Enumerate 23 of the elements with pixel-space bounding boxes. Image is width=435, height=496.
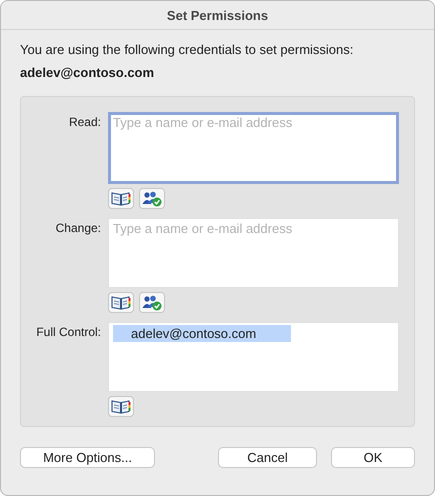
permission-label: Read: (68, 114, 102, 131)
placeholder-text: Type a name or e-mail address (113, 115, 292, 130)
window-title: Set Permissions (166, 8, 268, 22)
account-email: adelev@contoso.com (20, 65, 156, 80)
check-names-button[interactable] (139, 188, 165, 209)
people-check-icon (142, 294, 162, 310)
book-icon (111, 399, 131, 414)
check-names-button[interactable] (139, 292, 165, 313)
permission-label: Full Control: (35, 324, 102, 341)
book-icon (111, 295, 131, 310)
book-icon (111, 191, 131, 206)
dialog-button[interactable]: OK (331, 447, 415, 468)
dialog-button[interactable]: Cancel (218, 447, 317, 468)
placeholder-text: Type a name or e-mail address (113, 221, 292, 236)
dialog-button[interactable]: More Options... (20, 447, 155, 468)
permission-label: Change: (54, 220, 102, 237)
address-book-button[interactable] (108, 292, 134, 313)
address-book-button[interactable] (108, 396, 134, 417)
name-entry[interactable]: adelev@contoso.com (113, 325, 291, 342)
names-field[interactable]: adelev@contoso.com (108, 322, 399, 392)
address-book-button[interactable] (108, 188, 134, 209)
people-check-icon (142, 190, 162, 206)
credentials-text: You are using the following credentials to set permissions: (20, 42, 354, 57)
